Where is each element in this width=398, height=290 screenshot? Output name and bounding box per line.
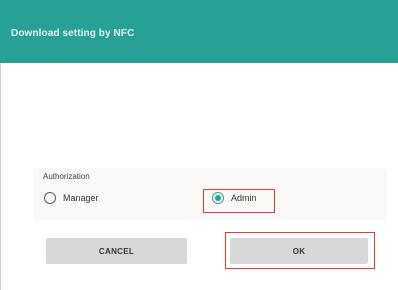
radio-dot	[215, 195, 221, 201]
cancel-button[interactable]: CANCEL	[46, 238, 187, 264]
radio-manager-label: Manager	[63, 193, 99, 203]
radio-admin-label: Admin	[231, 193, 257, 203]
radio-admin[interactable]: Admin	[212, 192, 257, 204]
dialog-title: Download setting by NFC	[11, 27, 135, 39]
radio-checked-icon	[212, 192, 224, 204]
nfc-download-dialog: Download setting by NFC Authorization Ma…	[0, 0, 398, 290]
authorization-label: Authorization	[43, 172, 90, 181]
ok-button[interactable]: OK	[230, 238, 368, 264]
title-bar: Download setting by NFC	[0, 0, 398, 63]
radio-unchecked-icon	[44, 192, 56, 204]
radio-manager[interactable]: Manager	[44, 192, 99, 204]
